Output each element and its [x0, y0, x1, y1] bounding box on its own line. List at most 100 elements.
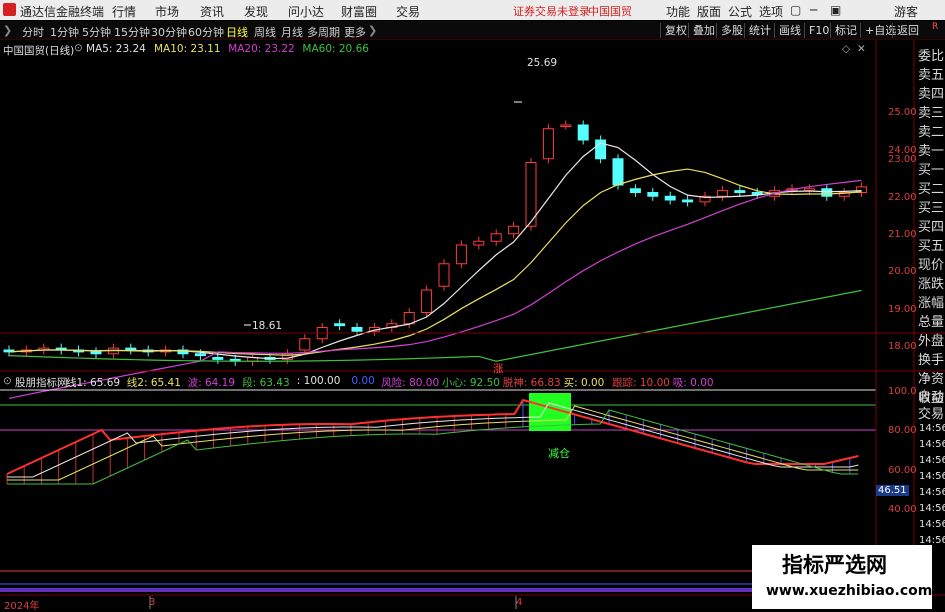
period-tab-monthly[interactable]: 月线: [281, 24, 303, 40]
toolbar-stats-button[interactable]: 统计: [744, 23, 775, 38]
price-chart[interactable]: [3, 101, 868, 399]
menu-item-options[interactable]: 选项: [759, 3, 783, 20]
candle: [682, 199, 694, 203]
period-tab-more[interactable]: 更多: [344, 24, 366, 40]
quote-label[interactable]: 买二: [918, 178, 944, 197]
period-tab-weekly[interactable]: 周线: [254, 24, 276, 40]
app-title: 通达信金融终端: [20, 5, 105, 19]
login-status[interactable]: 证券交易未登录: [513, 3, 590, 19]
indicator-name[interactable]: 股朋指标网: [15, 375, 68, 390]
toolbar-mark-button[interactable]: 标记: [830, 23, 861, 38]
candle: [90, 351, 102, 355]
quote-label[interactable]: 净资: [918, 368, 944, 387]
watermark-title: 指标严选网: [782, 553, 887, 577]
period-bar: ❯ 分时 1分钟 5分钟 15分钟 30分钟 60分钟 日线 周线 月线 多周期…: [0, 21, 945, 40]
quote-label[interactable]: 卖二: [918, 121, 944, 140]
indicator-settings-icon[interactable]: ⊙: [3, 375, 12, 387]
period-tab-multi[interactable]: 多周期: [307, 24, 340, 40]
candle: [455, 244, 467, 265]
quote-label[interactable]: 涨幅: [918, 292, 944, 311]
quote-label[interactable]: 卖五: [918, 64, 944, 83]
quote-label[interactable]: 换手: [918, 349, 944, 368]
toolbar-back-button[interactable]: 返回: [892, 23, 923, 38]
quote-label[interactable]: 买五: [918, 235, 944, 254]
toolbar-draw-button[interactable]: 画线: [774, 23, 805, 38]
candle: [716, 190, 728, 197]
trade-time: 14:56: [919, 519, 945, 530]
quote-label[interactable]: 买一: [918, 159, 944, 178]
rise-marker: 涨: [493, 363, 504, 375]
candle: [438, 263, 450, 287]
restore-icon[interactable]: ▣: [830, 3, 841, 17]
menu-item-quotes[interactable]: 行情: [112, 3, 136, 20]
period-tab-30min[interactable]: 30分钟: [151, 24, 187, 40]
quote-label[interactable]: 买四: [918, 216, 944, 235]
toolbar-multistock-button[interactable]: 多股: [716, 23, 747, 38]
legend-item: 段: 63.43: [242, 377, 290, 389]
legend-item: 脱神: 66.83: [502, 377, 561, 389]
user-label[interactable]: 游客: [894, 3, 918, 20]
minimize-icon[interactable]: ▢: [790, 3, 801, 17]
period-tab-1min[interactable]: 1分钟: [50, 24, 79, 40]
price-chart-title: 中国国贸(日线): [3, 45, 75, 57]
quote-label[interactable]: 现价: [918, 254, 944, 273]
menu-item-news[interactable]: 资讯: [200, 3, 224, 20]
indicator-chart[interactable]: [0, 389, 876, 585]
menu-item-discover[interactable]: 发现: [244, 3, 268, 20]
expand-icon[interactable]: ❯: [3, 24, 12, 37]
corner-r-label: R: [932, 22, 939, 32]
period-tab-daily[interactable]: 日线: [226, 24, 248, 40]
quote-label[interactable]: 外盘: [918, 330, 944, 349]
quote-label[interactable]: 委比: [918, 45, 944, 64]
menu-item-market[interactable]: 市场: [155, 3, 179, 20]
toolbar-adjust-button[interactable]: 复权: [660, 23, 691, 38]
more-arrow-icon[interactable]: ❯: [368, 24, 377, 37]
menu-item-function[interactable]: 功能: [666, 3, 690, 20]
quote-label[interactable]: 卖三: [918, 102, 944, 121]
candle: [821, 188, 833, 197]
close-chart-icon[interactable]: ✕: [857, 43, 866, 55]
candle: [577, 124, 589, 141]
x-axis-label: 2024年: [4, 601, 40, 612]
trade-time: 14:56: [919, 455, 945, 466]
period-tab-60min[interactable]: 60分钟: [188, 24, 224, 40]
indicator-line: [7, 409, 859, 485]
trade-label[interactable]: 交易: [918, 403, 944, 422]
period-tab-intraday[interactable]: 分时: [22, 24, 44, 40]
bottom-band: [0, 588, 876, 592]
chart-settings-icon[interactable]: ⊙: [74, 42, 83, 54]
watermark: 指标严选网 www.xuezhibiao.com: [752, 545, 932, 609]
menu-item-formula[interactable]: 公式: [728, 3, 752, 20]
period-tab-5min[interactable]: 5分钟: [82, 24, 111, 40]
quote-label[interactable]: 买三: [918, 197, 944, 216]
candle: [212, 357, 224, 360]
window-icon[interactable]: ─: [810, 3, 817, 17]
candle: [125, 347, 137, 351]
quote-label[interactable]: 涨跌: [918, 273, 944, 292]
quote-label[interactable]: 卖一: [918, 140, 944, 159]
toolbar-f10-button[interactable]: F10: [804, 23, 833, 38]
legend-item: 线2: 65.41: [126, 377, 181, 389]
menu-item-layout[interactable]: 版面: [697, 3, 721, 20]
price-y-tick: 19.00: [888, 304, 917, 315]
menu-item-wealth[interactable]: 财富圈: [341, 3, 377, 20]
quote-label[interactable]: 总量: [918, 311, 944, 330]
indicator-y-tick: 100.0: [888, 386, 917, 397]
indicator-current-value: 46.51: [876, 485, 909, 496]
quote-label[interactable]: 卖四: [918, 83, 944, 102]
price-y-tick: 18.00: [888, 341, 917, 352]
chart-area[interactable]: [0, 40, 945, 609]
legend-item: MA10: 23.11: [154, 43, 221, 55]
legend-item: 0.00: [351, 375, 375, 387]
candle: [647, 192, 659, 197]
toolbar-overlay-button[interactable]: 叠加: [688, 23, 719, 38]
period-tab-15min[interactable]: 15分钟: [114, 24, 150, 40]
legend-item: MA60: 20.66: [302, 43, 369, 55]
price-y-tick: 25.00: [888, 107, 917, 118]
trade-time: 14:56: [919, 439, 945, 450]
candle: [351, 327, 363, 332]
diamond-icon[interactable]: ◇: [842, 43, 850, 55]
menu-item-trade[interactable]: 交易: [396, 3, 420, 20]
ma20-line: [8, 179, 862, 399]
menu-item-ask[interactable]: 问小达: [288, 3, 324, 20]
